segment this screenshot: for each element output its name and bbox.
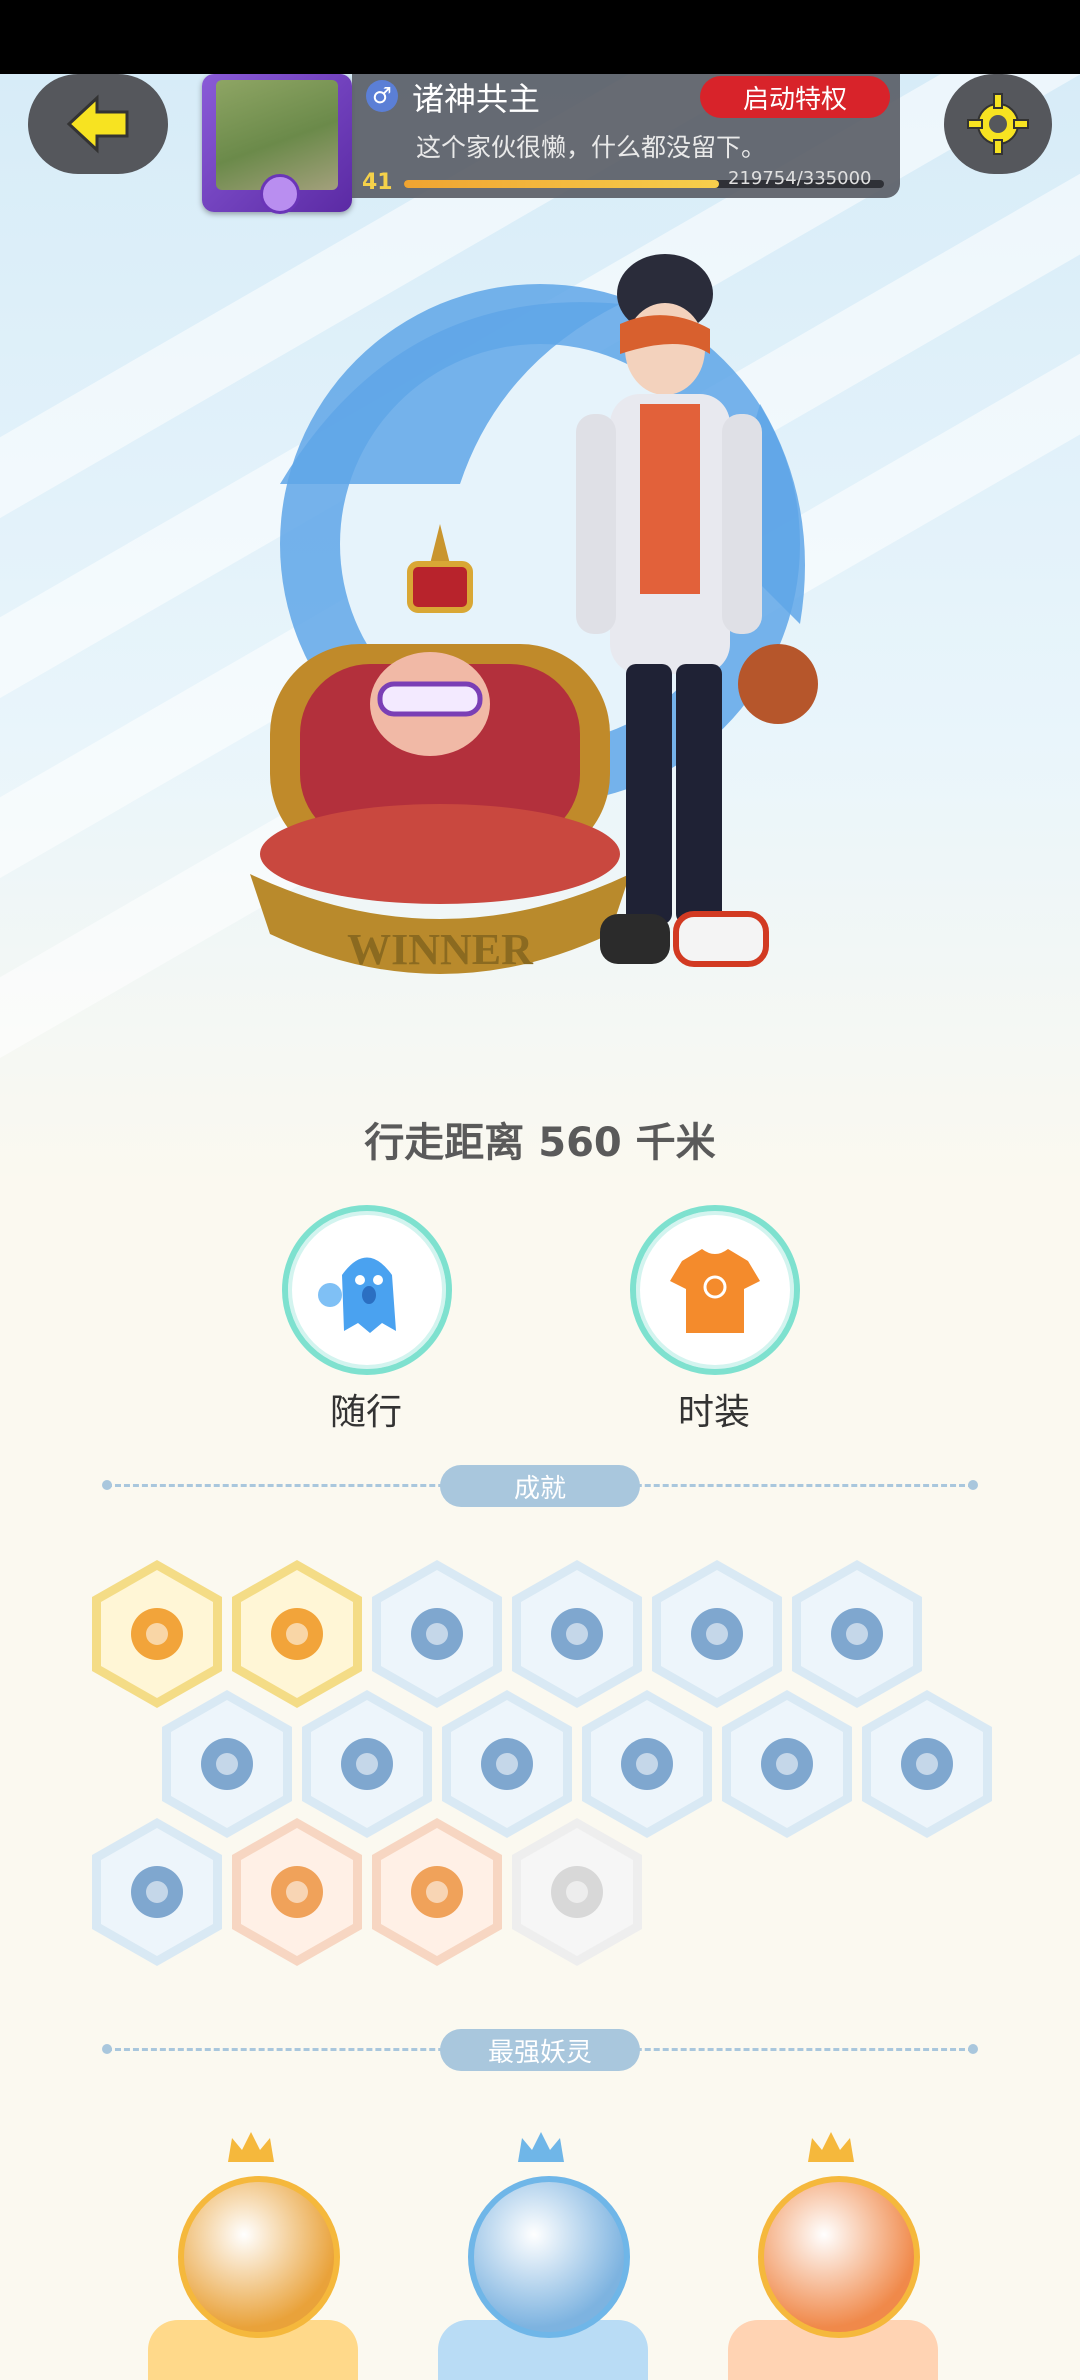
achievement-badge[interactable] bbox=[92, 1560, 222, 1708]
frame-gem-icon bbox=[260, 174, 300, 214]
spirit-pose-icon bbox=[341, 1738, 393, 1790]
taiji-cube-icon bbox=[621, 1738, 673, 1790]
locked-statue-icon bbox=[551, 1866, 603, 1918]
back-button[interactable] bbox=[28, 74, 168, 174]
radar-icon bbox=[551, 1608, 603, 1660]
status-bar bbox=[0, 0, 1080, 74]
character-showcase: WINNER bbox=[0, 74, 1080, 1184]
cat-wand-icon bbox=[481, 1738, 533, 1790]
crown-icon bbox=[808, 2132, 854, 2162]
fox-face-icon bbox=[131, 1608, 183, 1660]
achievement-badge-inner bbox=[871, 1700, 983, 1828]
profile-bio: 这个家伙很懒，什么都没留下。 bbox=[416, 133, 767, 162]
spirit-portrait bbox=[758, 2176, 920, 2338]
svg-text:WINNER: WINNER bbox=[347, 925, 534, 974]
xp-progress-fill bbox=[404, 180, 719, 188]
achievement-badge-inner bbox=[591, 1700, 703, 1828]
achievement-badge-inner bbox=[311, 1700, 423, 1828]
companion-circle bbox=[282, 1205, 452, 1375]
strongest-spirits-title: 最强妖灵 bbox=[440, 2029, 640, 2071]
horned-spirit-icon bbox=[411, 1866, 463, 1918]
achievement-badge[interactable] bbox=[442, 1690, 572, 1838]
achievement-badge-inner bbox=[241, 1570, 353, 1698]
profile-avatar[interactable] bbox=[202, 74, 352, 214]
achievements-title: 成就 bbox=[440, 1465, 640, 1507]
arrow-left-icon bbox=[66, 94, 129, 154]
achievement-badge[interactable] bbox=[162, 1690, 292, 1838]
achievement-badge[interactable] bbox=[862, 1690, 992, 1838]
spirit-portrait bbox=[468, 2176, 630, 2338]
crystal-icon bbox=[831, 1608, 883, 1660]
achievement-badge[interactable] bbox=[512, 1818, 642, 1966]
crown-icon bbox=[228, 2132, 274, 2162]
crown-icon bbox=[518, 2132, 564, 2162]
yin-yang-wave-icon bbox=[201, 1738, 253, 1790]
xp-text: 219754/335000 bbox=[728, 168, 872, 189]
username: 诸神共主 bbox=[412, 80, 541, 118]
male-icon: ♂ bbox=[366, 80, 398, 112]
achievement-badge-inner bbox=[241, 1828, 353, 1956]
achievement-badge[interactable] bbox=[792, 1560, 922, 1708]
achievement-badge-inner bbox=[731, 1700, 843, 1828]
achievements-divider: 成就 bbox=[102, 1465, 978, 1507]
fashion-circle bbox=[630, 1205, 800, 1375]
book-fox-icon bbox=[131, 1866, 183, 1918]
achievement-badge[interactable] bbox=[652, 1560, 782, 1708]
spirits-divider: 最强妖灵 bbox=[102, 2029, 978, 2071]
achievement-badge[interactable] bbox=[722, 1690, 852, 1838]
achievement-badge[interactable] bbox=[302, 1690, 432, 1838]
achievement-badge-inner bbox=[381, 1828, 493, 1956]
profile-panel: ♂ 诸神共主 启动特权 这个家伙很懒，什么都没留下。 41 219754/335… bbox=[352, 74, 900, 198]
achievement-badge[interactable] bbox=[372, 1818, 502, 1966]
creature-icon bbox=[901, 1738, 953, 1790]
achievement-badge-inner bbox=[381, 1570, 493, 1698]
fashion-label: 时装 bbox=[677, 1392, 750, 1433]
companion-button[interactable]: 随行 bbox=[282, 1205, 452, 1435]
spirit-portrait bbox=[178, 2176, 340, 2338]
achievement-badge[interactable] bbox=[372, 1560, 502, 1708]
achievement-badge[interactable] bbox=[232, 1560, 362, 1708]
spirit-green-forest-spirit[interactable] bbox=[728, 2130, 938, 2380]
activate-privilege-button[interactable]: 启动特权 bbox=[700, 76, 890, 118]
achievement-badge[interactable] bbox=[92, 1818, 222, 1966]
fashion-button[interactable]: 时装 bbox=[630, 1205, 800, 1435]
achievement-badge-inner bbox=[171, 1700, 283, 1828]
achievement-badge[interactable] bbox=[232, 1818, 362, 1966]
tshirt-icon bbox=[670, 1249, 760, 1333]
gold-orb-icon bbox=[271, 1608, 323, 1660]
achievement-badge-inner bbox=[101, 1828, 213, 1956]
player-character bbox=[576, 254, 818, 967]
scroll-icon bbox=[761, 1738, 813, 1790]
moon-icon bbox=[691, 1608, 743, 1660]
achievement-badge-inner bbox=[451, 1700, 563, 1828]
cart-cat-icon bbox=[271, 1866, 323, 1918]
companion-label: 随行 bbox=[329, 1392, 402, 1433]
walk-distance: 行走距离 560 千米 bbox=[364, 1120, 716, 1166]
gear-icon bbox=[967, 93, 1029, 155]
sneaker-icon bbox=[411, 1608, 463, 1660]
achievement-badge-inner bbox=[801, 1570, 913, 1698]
achievement-badge[interactable] bbox=[512, 1560, 642, 1708]
companion-ghost-icon bbox=[318, 1257, 396, 1333]
achievement-badge-inner bbox=[521, 1570, 633, 1698]
level-badge: 41 bbox=[362, 170, 393, 195]
settings-button[interactable] bbox=[944, 74, 1052, 174]
achievement-badge-inner bbox=[661, 1570, 773, 1698]
achievement-badge-inner bbox=[101, 1570, 213, 1698]
spirit-dark-phoenix[interactable] bbox=[148, 2130, 358, 2380]
achievement-badge-inner bbox=[521, 1828, 633, 1956]
achievement-badge[interactable] bbox=[582, 1690, 712, 1838]
spirit-silver-hair-girl[interactable] bbox=[438, 2130, 648, 2380]
